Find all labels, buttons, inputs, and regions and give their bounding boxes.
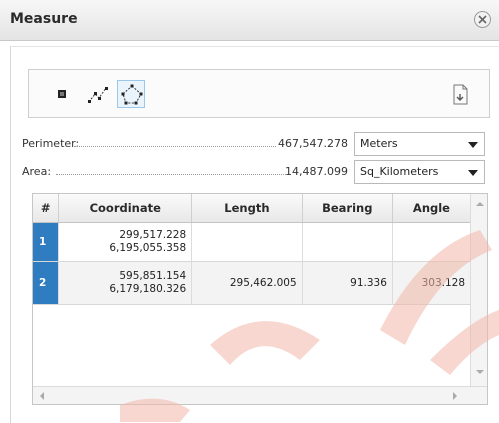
area-leader	[56, 174, 286, 175]
scroll-up-icon[interactable]	[476, 202, 484, 206]
perimeter-label: Perimeter:	[22, 137, 80, 150]
bearing-cell: 91.336	[302, 261, 393, 305]
polygon-tool-icon	[121, 84, 143, 105]
window-title: Measure	[10, 11, 78, 27]
line-tool-icon	[88, 87, 108, 103]
point-tool-icon	[58, 90, 66, 98]
coordinate-y: 6,195,055.358	[109, 242, 187, 254]
coordinate-x: 595,851.154	[119, 270, 187, 282]
title-bar: Measure	[0, 0, 499, 41]
coordinate-cell: 595,851.154 6,179,180.326	[58, 261, 193, 305]
close-button[interactable]	[474, 11, 491, 28]
angle-cell: 303.128	[392, 261, 470, 305]
export-button[interactable]	[447, 80, 473, 108]
area-label: Area:	[22, 165, 52, 178]
perimeter-leader	[74, 146, 276, 147]
scroll-left-icon[interactable]	[40, 392, 44, 400]
horizontal-scrollbar[interactable]	[33, 386, 487, 404]
table-row[interactable]: 2 595,851.154 6,179,180.326 295,462.005 …	[33, 261, 470, 305]
chevron-down-icon	[468, 170, 478, 176]
measurement-table: # Coordinate Length Bearing Angle 1 299,…	[32, 193, 488, 405]
column-header-bearing[interactable]: Bearing	[302, 194, 393, 223]
area-value: 14,487.099	[285, 165, 348, 178]
polygon-tool-button[interactable]	[117, 80, 145, 108]
scroll-down-icon[interactable]	[476, 370, 484, 374]
measure-toolbar	[28, 69, 490, 118]
coordinate-y: 6,179,180.326	[109, 283, 187, 295]
perimeter-unit-select[interactable]: Meters	[354, 132, 485, 156]
row-number: 1	[33, 222, 60, 262]
area-unit-value: Sq_Kilometers	[360, 165, 439, 178]
column-header-coordinate[interactable]: Coordinate	[58, 194, 193, 223]
table-row[interactable]: 1 299,517.228 6,195,055.358	[33, 222, 470, 262]
perimeter-unit-value: Meters	[360, 137, 398, 150]
column-header-number[interactable]: #	[33, 194, 60, 223]
length-cell	[191, 222, 303, 262]
vertical-scrollbar[interactable]	[470, 194, 487, 386]
column-header-angle[interactable]: Angle	[392, 194, 470, 223]
angle-cell	[392, 222, 470, 262]
perimeter-value: 467,547.278	[278, 137, 348, 150]
row-number: 2	[33, 261, 60, 305]
coordinate-x: 299,517.228	[119, 229, 187, 241]
coordinate-cell: 299,517.228 6,195,055.358	[58, 222, 193, 262]
close-icon	[478, 15, 487, 24]
column-header-length[interactable]: Length	[191, 194, 303, 223]
area-unit-select[interactable]: Sq_Kilometers	[354, 160, 485, 184]
export-icon	[453, 84, 468, 105]
line-tool-button[interactable]	[83, 80, 111, 108]
bearing-cell	[302, 222, 393, 262]
chevron-down-icon	[468, 142, 478, 148]
point-tool-button[interactable]	[48, 80, 76, 108]
length-cell: 295,462.005	[191, 261, 303, 305]
scroll-right-icon[interactable]	[453, 392, 457, 400]
